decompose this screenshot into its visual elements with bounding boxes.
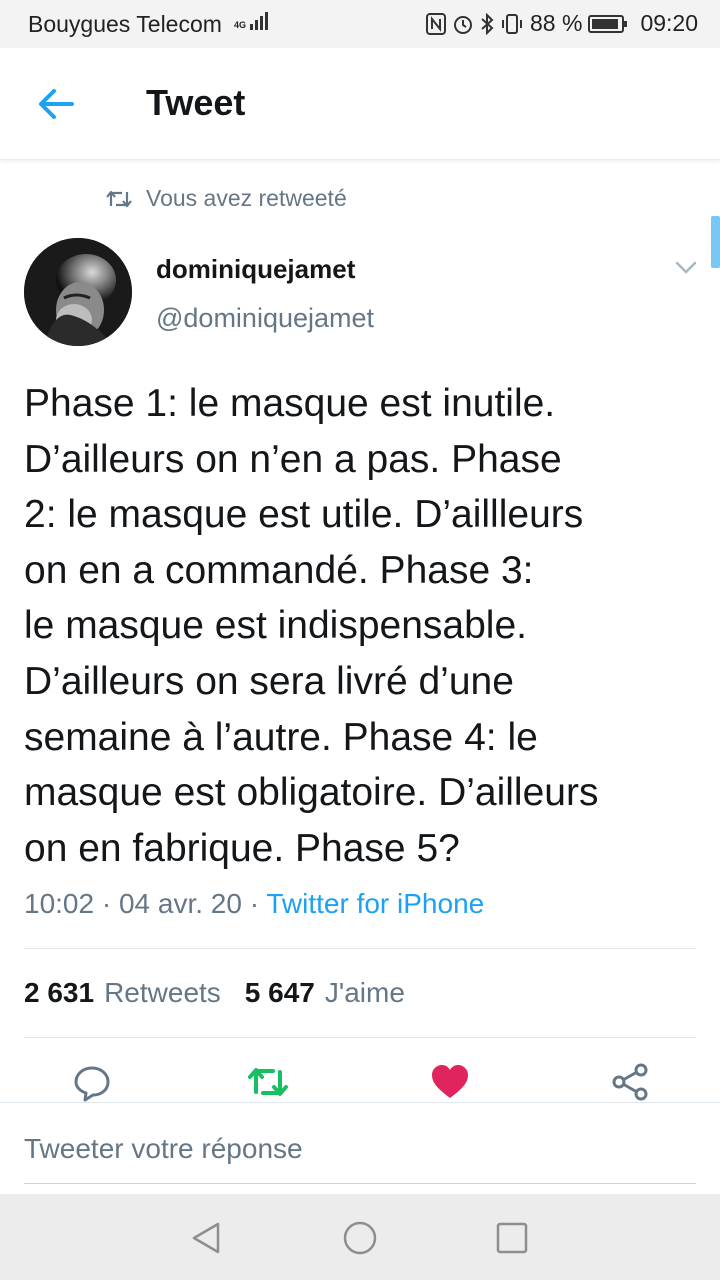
battery-icon (588, 14, 628, 33)
tweet-actions (0, 1062, 720, 1102)
share-icon[interactable] (610, 1062, 650, 1102)
vibrate-icon (502, 13, 522, 34)
author-name[interactable]: dominiquejamet (156, 254, 355, 285)
retweet-notice: Vous avez retweeté (106, 185, 347, 212)
reply-underline (24, 1183, 696, 1184)
app-header: Tweet (0, 48, 720, 160)
chevron-down-icon[interactable] (672, 256, 700, 278)
divider (24, 948, 696, 949)
likes-label[interactable]: J'aime (325, 977, 405, 1009)
meta-separator: · (249, 888, 260, 919)
retweets-label[interactable]: Retweets (104, 977, 221, 1009)
network-type: 4G (234, 20, 247, 30)
reply-icon[interactable] (72, 1062, 112, 1102)
page-title: Tweet (146, 82, 246, 123)
back-arrow-icon[interactable] (36, 84, 76, 124)
nav-back-icon[interactable] (186, 1218, 226, 1258)
retweets-count[interactable]: 2 631 (24, 977, 94, 1009)
retweet-action-icon[interactable] (248, 1062, 288, 1102)
tweet-date: 04 avr. 20 (118, 888, 242, 919)
avatar[interactable] (24, 238, 132, 346)
system-nav-bar (0, 1194, 720, 1280)
nav-recents-icon[interactable] (492, 1218, 532, 1258)
nav-home-icon[interactable] (340, 1218, 380, 1258)
carrier-label: Bouygues Telecom (28, 11, 222, 37)
alarm-icon (454, 15, 472, 34)
signal-icon: 4G (234, 10, 272, 30)
bluetooth-icon (481, 12, 494, 35)
divider (24, 1037, 696, 1038)
likes-count[interactable]: 5 647 (245, 977, 315, 1009)
retweet-icon (106, 190, 132, 207)
reply-input[interactable]: Tweeter votre réponse (24, 1133, 303, 1165)
clock: 09:20 (640, 10, 698, 36)
tweet-text: Phase 1: le masque est inutile. D’ailleu… (24, 382, 599, 870)
meta-separator: · (101, 888, 112, 919)
tweet-stats: 2 631 Retweets 5 647 J'aime (24, 977, 419, 1009)
tweet-source-link[interactable]: Twitter for iPhone (266, 888, 484, 919)
scroll-indicator (711, 216, 720, 268)
tweet-time: 10:02 (24, 888, 95, 919)
heart-icon[interactable] (430, 1062, 470, 1102)
reply-bar: Tweeter votre réponse (0, 1102, 720, 1194)
status-bar: Bouygues Telecom 4G 88 % 09:20 (0, 0, 720, 48)
battery-percent: 88 % (530, 10, 583, 36)
author-handle[interactable]: @dominiquejamet (156, 303, 374, 334)
nfc-icon (426, 12, 446, 35)
retweet-notice-label: Vous avez retweeté (146, 185, 347, 211)
tweet-meta: 10:02 · 04 avr. 20 · Twitter for iPhone (24, 888, 484, 920)
